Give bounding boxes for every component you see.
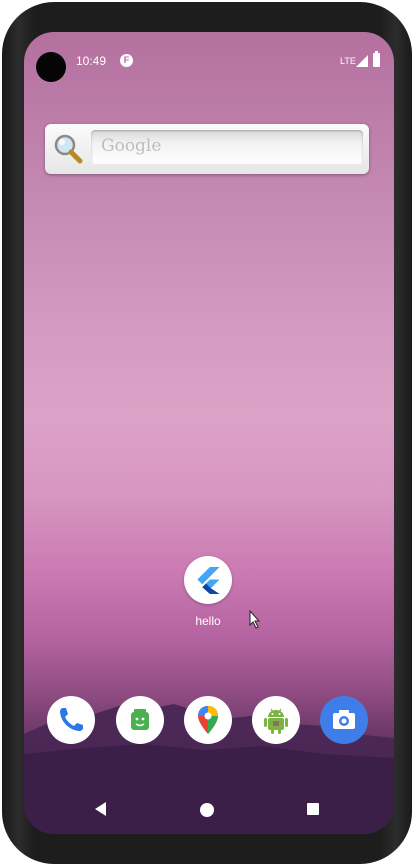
phone-icon bbox=[60, 708, 83, 731]
phone-frame: 10:49 F LTE Google hello bbox=[0, 0, 416, 866]
search-placeholder: Google bbox=[101, 136, 162, 156]
magnifier-icon bbox=[54, 134, 83, 164]
app-label-hello: hello bbox=[195, 614, 221, 628]
google-search-widget[interactable]: Google bbox=[45, 124, 369, 174]
flutter-notification-icon: F bbox=[120, 54, 133, 67]
dock-maps-icon[interactable] bbox=[184, 696, 232, 744]
home-icon[interactable] bbox=[200, 803, 214, 817]
status-time: 10:49 bbox=[76, 54, 107, 68]
back-icon[interactable] bbox=[94, 802, 108, 816]
store-icon bbox=[131, 709, 149, 730]
camera-icon bbox=[333, 710, 355, 729]
dock-store-icon[interactable] bbox=[116, 696, 164, 744]
maps-icon bbox=[198, 706, 218, 734]
signal-icon bbox=[356, 55, 368, 67]
network-type: LTE bbox=[340, 56, 356, 66]
battery-icon bbox=[373, 51, 380, 67]
front-camera bbox=[36, 52, 66, 82]
dock-phone-icon[interactable] bbox=[47, 696, 95, 744]
dock-camera-icon[interactable] bbox=[320, 696, 368, 744]
mouse-cursor bbox=[249, 610, 261, 629]
android-icon bbox=[264, 708, 288, 734]
search-input[interactable]: Google bbox=[91, 130, 363, 164]
dock-android-icon[interactable] bbox=[252, 696, 300, 744]
home-screen: 10:49 F LTE Google hello bbox=[24, 32, 394, 834]
app-icon-hello[interactable] bbox=[184, 556, 232, 604]
recents-icon[interactable] bbox=[307, 803, 319, 815]
flutter-icon bbox=[197, 567, 220, 594]
